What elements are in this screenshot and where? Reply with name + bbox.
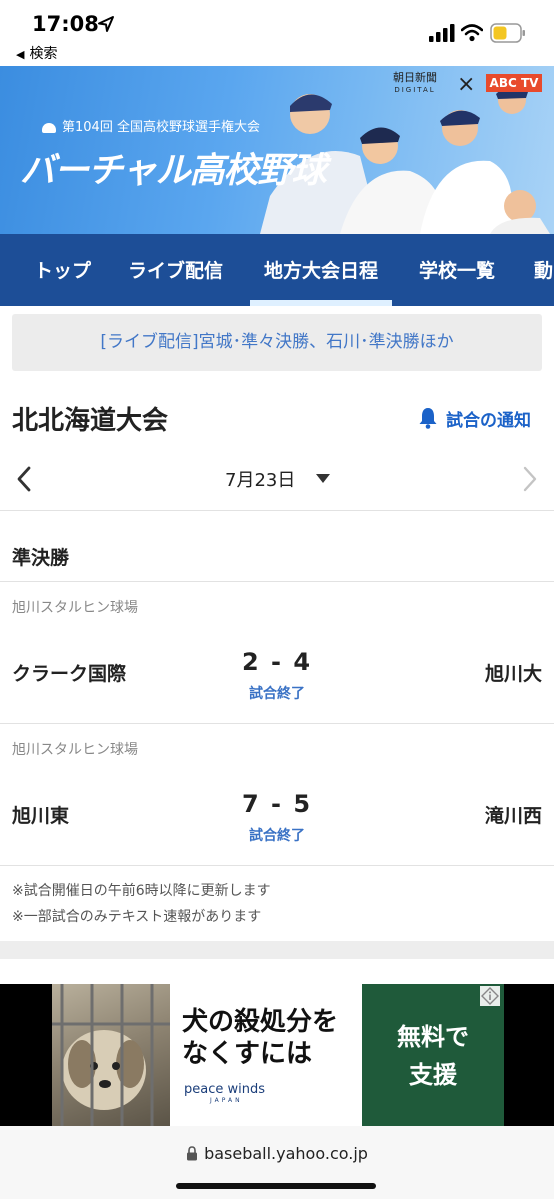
section-nav: トップ ライブ配信 地方大会日程 学校一覧 動 <box>0 234 554 306</box>
cellular-signal-icon <box>429 24 455 42</box>
banner-title: バーチャル高校野球 <box>20 151 327 191</box>
game-score[interactable]: 2 - 4 <box>0 648 554 676</box>
advertisement-banner[interactable]: 犬の殺処分を なくすには peace winds JAPAN 無料で 支援 <box>0 984 554 1126</box>
game-status[interactable]: 試合終了 <box>0 683 554 703</box>
asahi-digital-logo: 朝日新聞 DIGITAL <box>393 72 437 96</box>
back-to-search-link[interactable]: ◀ 検索 <box>16 43 57 63</box>
ad-cta-line2: 支援 <box>409 1061 457 1089</box>
ad-headline-line1: 犬の殺処分を <box>182 1007 339 1037</box>
lock-icon <box>187 1146 198 1161</box>
divider <box>0 865 554 866</box>
tab-top[interactable]: トップ <box>34 234 91 306</box>
url-text: baseball.yahoo.co.jp <box>204 1144 368 1163</box>
round-title: 準決勝 <box>12 547 70 569</box>
back-label: 検索 <box>29 46 58 62</box>
url-display[interactable]: baseball.yahoo.co.jp <box>0 1144 554 1163</box>
game-venue: 旭川スタルヒン球場 <box>12 742 138 758</box>
home-indicator[interactable] <box>176 1183 376 1189</box>
hero-banner[interactable]: 第104回 全国高校野球選手権大会 バーチャル高校野球 朝日新聞 DIGITAL… <box>0 66 554 234</box>
abc-tv-logo: ABC TV <box>486 74 542 92</box>
battery-icon <box>490 23 525 43</box>
banner-subtitle-text: 第104回 全国高校野球選手権大会 <box>62 120 260 135</box>
divider <box>0 510 554 511</box>
date-selector: 7月23日 <box>0 450 554 510</box>
status-bar: 17:08 ◀ 検索 <box>0 0 554 66</box>
previous-day-icon[interactable] <box>14 464 34 494</box>
ad-info-icon[interactable] <box>480 986 500 1006</box>
game-venue: 旭川スタルヒン球場 <box>12 600 138 616</box>
baseball-cap-icon <box>42 122 56 133</box>
away-team: 旭川大 <box>484 663 542 685</box>
ad-text-panel: 犬の殺処分を なくすには peace winds JAPAN <box>170 984 362 1126</box>
date-dropdown[interactable]: 7月23日 <box>225 466 295 492</box>
browser-address-bar[interactable]: baseball.yahoo.co.jp <box>0 1126 554 1199</box>
peace-winds-logo: peace winds JAPAN <box>184 1082 265 1104</box>
notify-label: 試合の通知 <box>446 411 531 431</box>
match-notification-button[interactable]: 試合の通知 <box>418 406 531 431</box>
divider <box>0 723 554 724</box>
tab-school-list[interactable]: 学校一覧 <box>419 234 495 306</box>
ad-headline-line2: なくすには <box>182 1039 313 1069</box>
next-day-icon[interactable] <box>520 464 540 494</box>
game-status[interactable]: 試合終了 <box>0 825 554 845</box>
close-icon[interactable]: × <box>457 72 475 97</box>
tab-video-partial[interactable]: 動 <box>534 234 553 306</box>
puppy-photo <box>52 984 170 1126</box>
ad-brand-sub: JAPAN <box>210 1097 243 1104</box>
divider <box>0 581 554 582</box>
tournament-title: 北北海道大会 <box>12 406 169 436</box>
chevron-down-icon[interactable] <box>316 474 330 483</box>
back-triangle-icon: ◀ <box>16 48 25 61</box>
location-arrow-icon <box>98 16 114 32</box>
asahi-logo-sub: DIGITAL <box>394 86 436 94</box>
puppy-in-cage-image <box>52 984 170 1126</box>
wifi-icon <box>461 24 483 42</box>
tab-regional-schedule[interactable]: 地方大会日程 <box>249 234 393 306</box>
section-separator <box>0 941 554 959</box>
update-footnote: ※試合開催日の午前6時以降に更新します <box>12 883 271 899</box>
ad-cta-line1: 無料で <box>397 1023 469 1051</box>
ad-cta-text: 無料で 支援 <box>362 1018 504 1094</box>
away-team: 滝川西 <box>484 805 542 827</box>
game-score[interactable]: 7 - 5 <box>0 790 554 818</box>
bell-icon <box>419 408 437 429</box>
ad-brand-name: peace winds <box>184 1082 266 1097</box>
clock: 17:08 <box>32 12 99 36</box>
text-report-footnote: ※一部試合のみテキスト速報があります <box>12 909 262 925</box>
ad-headline: 犬の殺処分を なくすには <box>182 1006 338 1070</box>
live-notice-link[interactable]: [ライブ配信]宮城･準々決勝、石川･準決勝ほか <box>12 314 542 371</box>
tab-live[interactable]: ライブ配信 <box>128 234 223 306</box>
asahi-logo-name: 朝日新聞 <box>393 71 437 84</box>
banner-subtitle: 第104回 全国高校野球選手権大会 <box>42 116 260 135</box>
